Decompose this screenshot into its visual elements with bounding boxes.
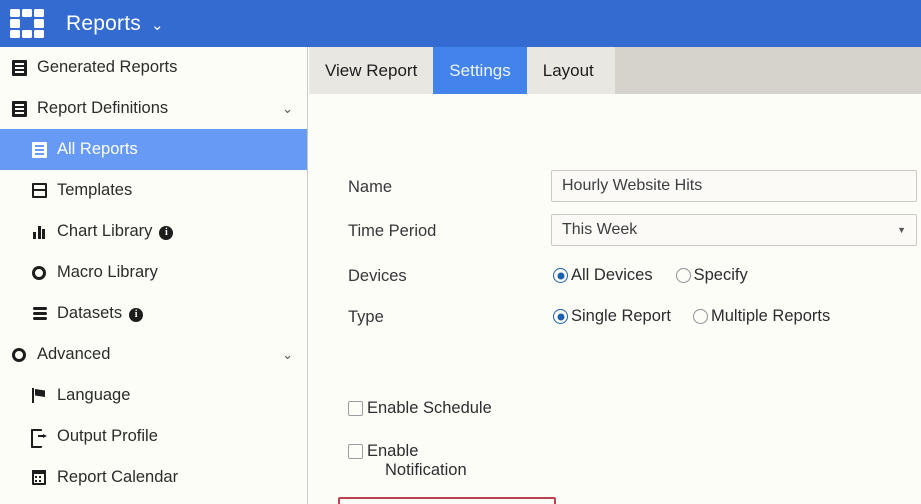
sidebar-item-label: Language [57, 386, 131, 405]
sidebar-item-label: Macro Library [57, 263, 158, 282]
checkbox-enable-schedule[interactable] [348, 401, 363, 416]
time-period-select[interactable]: This Week ▼ [551, 214, 917, 246]
sidebar-item-label: Advanced [37, 345, 111, 364]
chevron-down-icon[interactable]: ⌄ [282, 347, 293, 363]
report-document-icon [8, 98, 30, 120]
checkbox-row-enable-schedule[interactable]: Enable Schedule [348, 399, 492, 418]
type-label: Type [348, 308, 384, 326]
report-document-icon [8, 57, 30, 79]
sidebar-item-output-profile[interactable]: Output Profile [0, 416, 307, 457]
radio-option-single-report[interactable]: Single Report [553, 307, 671, 326]
radio-multiple-reports[interactable] [692, 309, 708, 324]
radio-option-specify[interactable]: Specify [675, 266, 748, 285]
database-icon [28, 303, 50, 325]
sidebar-item-chart-library[interactable]: Chart Library i [0, 211, 307, 252]
auto-cache-highlight-box [338, 497, 556, 504]
radio-option-multiple-reports[interactable]: Multiple Reports [692, 307, 831, 326]
sidebar-item-macro-library[interactable]: Macro Library [0, 252, 307, 293]
main-content-panel: View Report Settings Layout Name Hourly … [309, 47, 921, 504]
output-export-icon [28, 426, 50, 448]
info-icon[interactable]: i [129, 307, 144, 322]
tab-layout[interactable]: Layout [527, 47, 610, 94]
template-grid-icon [28, 180, 50, 202]
sidebar-item-generated-reports[interactable]: Generated Reports [0, 47, 307, 88]
devices-label: Devices [348, 267, 407, 285]
radio-label: Specify [693, 266, 748, 284]
time-period-value: This Week [562, 221, 638, 238]
gear-icon [8, 344, 30, 366]
radio-label: Single Report [571, 307, 671, 325]
chevron-down-icon[interactable]: ⌄ [151, 18, 164, 33]
sidebar-item-report-definitions[interactable]: Report Definitions ⌄ [0, 88, 307, 129]
chevron-down-icon: ▼ [897, 225, 906, 235]
sidebar-item-label: Datasets [57, 304, 123, 323]
sidebar-item-all-reports[interactable]: All Reports [0, 129, 307, 170]
sidebar-item-advanced[interactable]: Advanced ⌄ [0, 334, 307, 375]
radio-option-all-devices[interactable]: All Devices [553, 266, 653, 285]
tab-view-report[interactable]: View Report [309, 47, 433, 94]
top-header-bar: Reports ⌄ [0, 0, 921, 47]
devices-radio-group: All Devices Specify [553, 266, 748, 285]
sidebar-item-label: Report Definitions [37, 99, 169, 118]
info-icon[interactable]: i [159, 225, 174, 240]
checkbox-label: Enable Notification [367, 442, 467, 481]
checkbox-enable-notification[interactable] [348, 444, 363, 459]
sidebar-item-label: Output Profile [57, 427, 158, 446]
checkbox-label-line2: Notification [385, 461, 467, 480]
sidebar-item-language[interactable]: Language [0, 375, 307, 416]
radio-label: All Devices [571, 266, 653, 284]
name-label: Name [348, 178, 393, 196]
radio-specify[interactable] [675, 268, 691, 283]
page-title: Reports [66, 11, 141, 35]
type-radio-group: Single Report Multiple Reports [553, 307, 830, 326]
flag-icon [28, 385, 50, 407]
radio-label: Multiple Reports [710, 307, 831, 325]
name-input[interactable]: Hourly Website Hits [551, 170, 917, 202]
checkbox-row-enable-notification[interactable]: Enable Notification [348, 442, 467, 481]
sidebar-item-label: All Reports [57, 140, 138, 159]
checkbox-label-line1: Enable [367, 442, 419, 460]
settings-form: Name Hourly Website Hits Time Period Thi… [309, 94, 921, 504]
sidebar-item-templates[interactable]: Templates [0, 170, 307, 211]
bar-chart-icon [28, 221, 50, 243]
sidebar-item-label: Generated Reports [37, 58, 178, 77]
chevron-down-icon[interactable]: ⌄ [282, 101, 293, 117]
sidebar-item-report-calendar[interactable]: Report Calendar [0, 457, 307, 498]
tab-strip: View Report Settings Layout [309, 47, 921, 94]
app-window: Reports ⌄ Generated Reports Report Defin… [0, 0, 921, 504]
sidebar-item-datasets[interactable]: Datasets i [0, 293, 307, 334]
checkbox-label: Enable Schedule [367, 399, 492, 417]
radio-all-devices[interactable] [553, 268, 568, 283]
radio-single-report[interactable] [553, 309, 568, 324]
tab-settings[interactable]: Settings [433, 47, 527, 94]
time-period-label: Time Period [348, 222, 437, 240]
sidebar-item-label: Templates [57, 181, 133, 200]
calendar-icon [28, 467, 50, 489]
gear-macro-icon [28, 262, 50, 284]
sidebar-item-label: Chart Library [57, 222, 153, 241]
sidebar-navigation: Generated Reports Report Definitions ⌄ A… [0, 47, 308, 504]
grid-apps-icon[interactable] [10, 8, 44, 39]
report-document-icon [28, 139, 50, 161]
sidebar-item-label: Report Calendar [57, 468, 179, 487]
